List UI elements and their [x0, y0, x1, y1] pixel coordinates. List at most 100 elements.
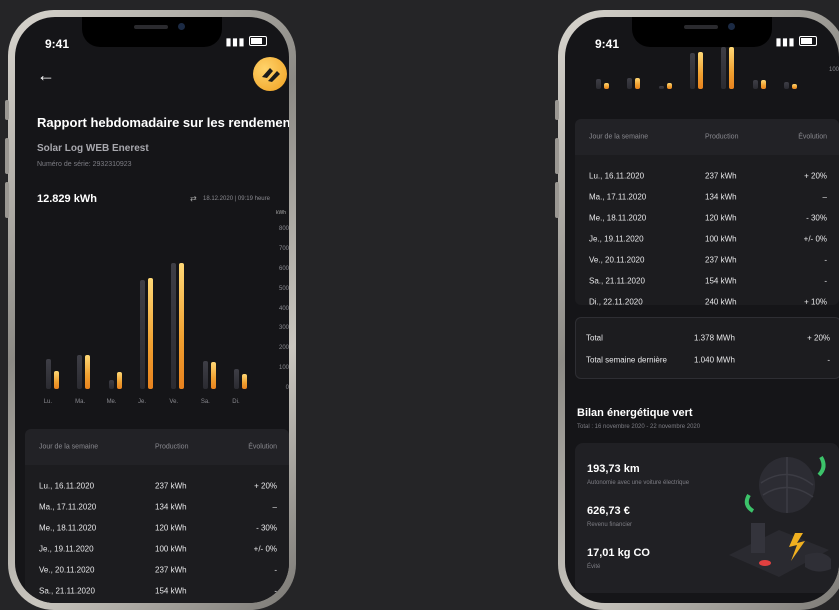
- header-day: Jour de la semaine: [39, 443, 99, 451]
- page-title: Rapport hebdomadaire sur les rendements: [37, 115, 289, 130]
- table-row[interactable]: Lu., 16.11.2020 237 kWh + 20%: [25, 475, 289, 496]
- bar-sa-s1[interactable]: [210, 361, 216, 389]
- header-evolution: Évolution: [798, 133, 827, 141]
- bar-me-s0[interactable]: [108, 379, 114, 389]
- table-header: Jour de la semaine Production Évolution: [25, 429, 289, 465]
- x-tick-label: Ma.: [75, 399, 86, 405]
- bar-ve-s0[interactable]: [171, 263, 177, 389]
- bar-me-s0[interactable]: [658, 85, 664, 89]
- notch: [82, 17, 222, 47]
- left-screen: 9:41 ▮▮▮ ← Rapport hebdomadaire sur les …: [15, 17, 289, 603]
- summary-table: Total 1.378 MWh + 20% Total semaine dern…: [575, 317, 839, 379]
- table-row[interactable]: Me., 18.11.2020 120 kWh - 30%: [575, 207, 839, 228]
- bar-je-s0[interactable]: [690, 52, 695, 89]
- bar-je-s0[interactable]: [140, 280, 145, 389]
- stat-label: Revenu financier: [587, 522, 633, 528]
- row-day: Je., 19.11.2020: [39, 544, 94, 553]
- header-production: Production: [705, 133, 739, 141]
- row-day: Je., 19.11.2020: [589, 234, 644, 243]
- production-table: Jour de la semaine Production Évolution …: [25, 429, 289, 603]
- bar-lu-s1[interactable]: [603, 83, 609, 89]
- bar-ve-s1[interactable]: [729, 47, 735, 89]
- row-evolution: –: [272, 502, 277, 511]
- row-day: Ma., 17.11.2020: [589, 192, 647, 201]
- table-row[interactable]: Ma., 17.11.2020 134 kWh –: [25, 496, 289, 517]
- bar-sa-s1[interactable]: [760, 79, 766, 89]
- table-row[interactable]: Di., 22.11.2020 240 kWh + 10%: [575, 291, 839, 312]
- bilan-subtitle: Total : 16 novembre 2020 - 22 novembre 2…: [577, 424, 701, 430]
- table-row[interactable]: Ve., 20.11.2020 237 kWh -: [575, 249, 839, 270]
- row-day: Sa., 21.11.2020: [39, 586, 95, 595]
- notch: [632, 17, 772, 47]
- bar-je-s1[interactable]: [148, 278, 153, 389]
- stat-label: Autonomie avec une voiture électrique: [587, 480, 690, 486]
- x-tick-label: Ve.: [169, 399, 179, 405]
- row-evolution: –: [822, 192, 827, 201]
- table-row[interactable]: Je., 19.11.2020 100 kWh +/- 0%: [25, 538, 289, 559]
- bar-sa-s0[interactable]: [202, 360, 208, 389]
- volume-down-button: [5, 182, 9, 218]
- row-day: Ma., 17.11.2020: [39, 502, 97, 511]
- bar-ma-s0[interactable]: [77, 355, 83, 389]
- table-row[interactable]: Ma., 17.11.2020 134 kWh –: [575, 186, 839, 207]
- bar-ma-s1[interactable]: [85, 355, 91, 389]
- row-evolution: -: [274, 565, 277, 574]
- table-row[interactable]: Je., 19.11.2020 100 kWh +/- 0%: [575, 228, 839, 249]
- enerest-logo[interactable]: [253, 57, 287, 91]
- row-day: Lu., 16.11.2020: [589, 171, 645, 180]
- summary-label: Total semaine dernière: [586, 355, 667, 364]
- logo-mark-icon: [262, 68, 280, 82]
- row-production: 100 kWh: [155, 544, 187, 553]
- weekly-chart: Lu. Ma. Me. Je. Ve. Sa. Di. 800 700 600 500 400 300 2…: [33, 217, 289, 417]
- volume-up-button: [555, 138, 559, 174]
- ev-charging-illustration-icon: [729, 455, 831, 577]
- refresh-icon[interactable]: ⇄: [190, 194, 197, 203]
- row-evolution: - 30%: [256, 523, 277, 532]
- table-row[interactable]: Lu., 16.11.2020 237 kWh + 20%: [575, 165, 839, 186]
- bar-me-s1[interactable]: [116, 372, 122, 389]
- bar-lu-s0[interactable]: [595, 79, 601, 89]
- total-production: 12.829 kWh: [37, 193, 97, 205]
- bar-di-s0[interactable]: [234, 369, 240, 389]
- y-tick-label: 600: [278, 265, 289, 272]
- table-row[interactable]: Ve., 20.11.2020 237 kWh -: [25, 559, 289, 580]
- row-day: Di., 22.11.2020: [589, 297, 643, 306]
- bar-je-s1[interactable]: [698, 52, 703, 89]
- summary-value: 1.040 MWh: [694, 355, 735, 364]
- row-production: 120 kWh: [155, 523, 187, 532]
- stat-value: 17,01 kg CO: [587, 547, 650, 559]
- camera-icon: [728, 23, 735, 30]
- green-energy-card[interactable]: 193,73 km Autonomie avec une voiture élec…: [575, 443, 839, 593]
- status-time: 9:41: [45, 37, 70, 51]
- x-tick-label: Di.: [232, 399, 240, 405]
- row-evolution: -: [824, 276, 827, 285]
- bar-ma-s0[interactable]: [627, 77, 633, 89]
- bar-di-s1[interactable]: [792, 84, 798, 89]
- bar-sa-s0[interactable]: [752, 79, 758, 89]
- table-row[interactable]: Sa., 21.11.2020 154 kWh -: [575, 270, 839, 291]
- row-production: 134 kWh: [705, 192, 737, 201]
- row-evolution: + 10%: [804, 297, 827, 306]
- bar-lu-s0[interactable]: [45, 359, 51, 389]
- stat-value: 626,73 €: [587, 505, 630, 517]
- side-button: [555, 100, 559, 120]
- stat-value: 193,73 km: [587, 463, 640, 475]
- row-evolution: + 20%: [804, 171, 827, 180]
- bar-di-s1[interactable]: [242, 374, 248, 389]
- summary-evolution: + 20%: [807, 333, 830, 342]
- bilan-title: Bilan énergétique vert: [577, 407, 693, 419]
- back-arrow-icon[interactable]: ←: [37, 65, 55, 86]
- header-day: Jour de la semaine: [589, 133, 649, 141]
- table-row[interactable]: Me., 18.11.2020 120 kWh - 30%: [25, 517, 289, 538]
- row-production: 154 kWh: [155, 586, 187, 595]
- bar-ve-s1[interactable]: [179, 263, 185, 389]
- bar-me-s1[interactable]: [666, 83, 672, 89]
- bar-di-s0[interactable]: [784, 82, 790, 89]
- row-production: 240 kWh: [705, 297, 737, 306]
- bar-ve-s0[interactable]: [721, 47, 727, 89]
- row-day: Ve., 20.11.2020: [589, 255, 645, 264]
- bar-lu-s1[interactable]: [53, 371, 59, 389]
- bar-ma-s1[interactable]: [635, 77, 641, 89]
- table-row[interactable]: Sa., 21.11.2020 154 kWh -: [25, 580, 289, 601]
- summary-row-last-week: Total semaine dernière 1.040 MWh -: [576, 349, 839, 370]
